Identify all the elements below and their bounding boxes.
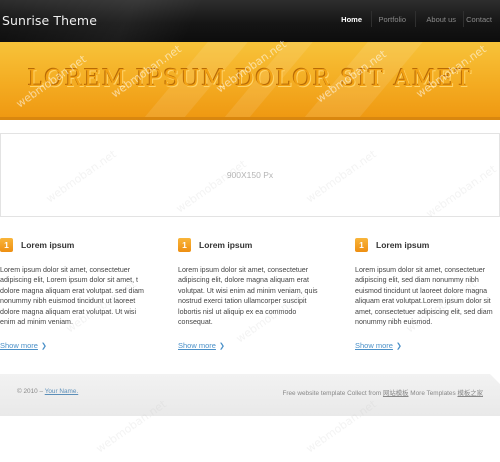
show-more-label: Show more xyxy=(178,341,216,350)
number-badge-icon: 1 xyxy=(355,238,368,252)
chevron-right-icon: ❯ xyxy=(40,343,47,350)
placeholder-label: 900X150 Px xyxy=(226,170,274,180)
copyright-text: © 2010 – xyxy=(17,388,45,395)
chevron-right-icon: ❯ xyxy=(395,343,402,350)
banner-title: LOREM IPSUM DOLOR SIT AMET xyxy=(27,66,473,92)
your-name-link[interactable]: Your Name. xyxy=(45,388,79,395)
column-text: Lorem ipsum dolor sit amet, consectetuer… xyxy=(355,266,493,327)
nav-home[interactable]: Home xyxy=(341,15,362,24)
column-text: Lorem ipsum dolor sit amet, consectetuer… xyxy=(0,266,144,327)
footer-corner-fold xyxy=(490,374,500,384)
column-title: Lorem ipsum xyxy=(21,240,75,250)
nav-contact[interactable]: Contact xyxy=(466,15,492,24)
credit-link-template-home[interactable]: 模板之家 xyxy=(457,390,483,397)
footer-copyright: © 2010 – Your Name. xyxy=(17,388,78,395)
credit-link-templates[interactable]: 网站模板 xyxy=(383,390,409,397)
number-badge-icon: 1 xyxy=(0,238,13,252)
credit-prefix: Free website template Collect from xyxy=(282,390,383,397)
column-text: Lorem ipsum dolor sit amet, consectetuer… xyxy=(178,266,318,327)
column-title: Lorem ipsum xyxy=(376,240,430,250)
hero-banner: LOREM IPSUM DOLOR SIT AMET xyxy=(0,42,500,117)
credit-middle: More Templates xyxy=(408,390,458,397)
image-placeholder: 900X150 Px xyxy=(0,133,500,217)
show-more-label: Show more xyxy=(355,341,393,350)
nav-about-us[interactable]: About us xyxy=(426,15,456,24)
column-title: Lorem ipsum xyxy=(199,240,253,250)
show-more-link[interactable]: Show more ❯ xyxy=(355,341,402,350)
show-more-link[interactable]: Show more ❯ xyxy=(0,341,47,350)
show-more-link[interactable]: Show more ❯ xyxy=(178,341,225,350)
chevron-right-icon: ❯ xyxy=(218,343,225,350)
site-footer: © 2010 – Your Name. Free website templat… xyxy=(0,374,500,416)
site-header: Sunrise Theme Home Portfolio About us Co… xyxy=(0,0,500,42)
footer-credit: Free website template Collect from 网站模板 … xyxy=(282,388,483,397)
nav-separator xyxy=(415,11,416,27)
number-badge-icon: 1 xyxy=(178,238,191,252)
nav-separator xyxy=(371,11,372,27)
banner-bottom-edge xyxy=(0,117,500,120)
nav-separator xyxy=(463,11,464,27)
site-logo[interactable]: Sunrise Theme xyxy=(2,13,97,28)
show-more-label: Show more xyxy=(0,341,38,350)
nav-portfolio[interactable]: Portfolio xyxy=(378,15,406,24)
